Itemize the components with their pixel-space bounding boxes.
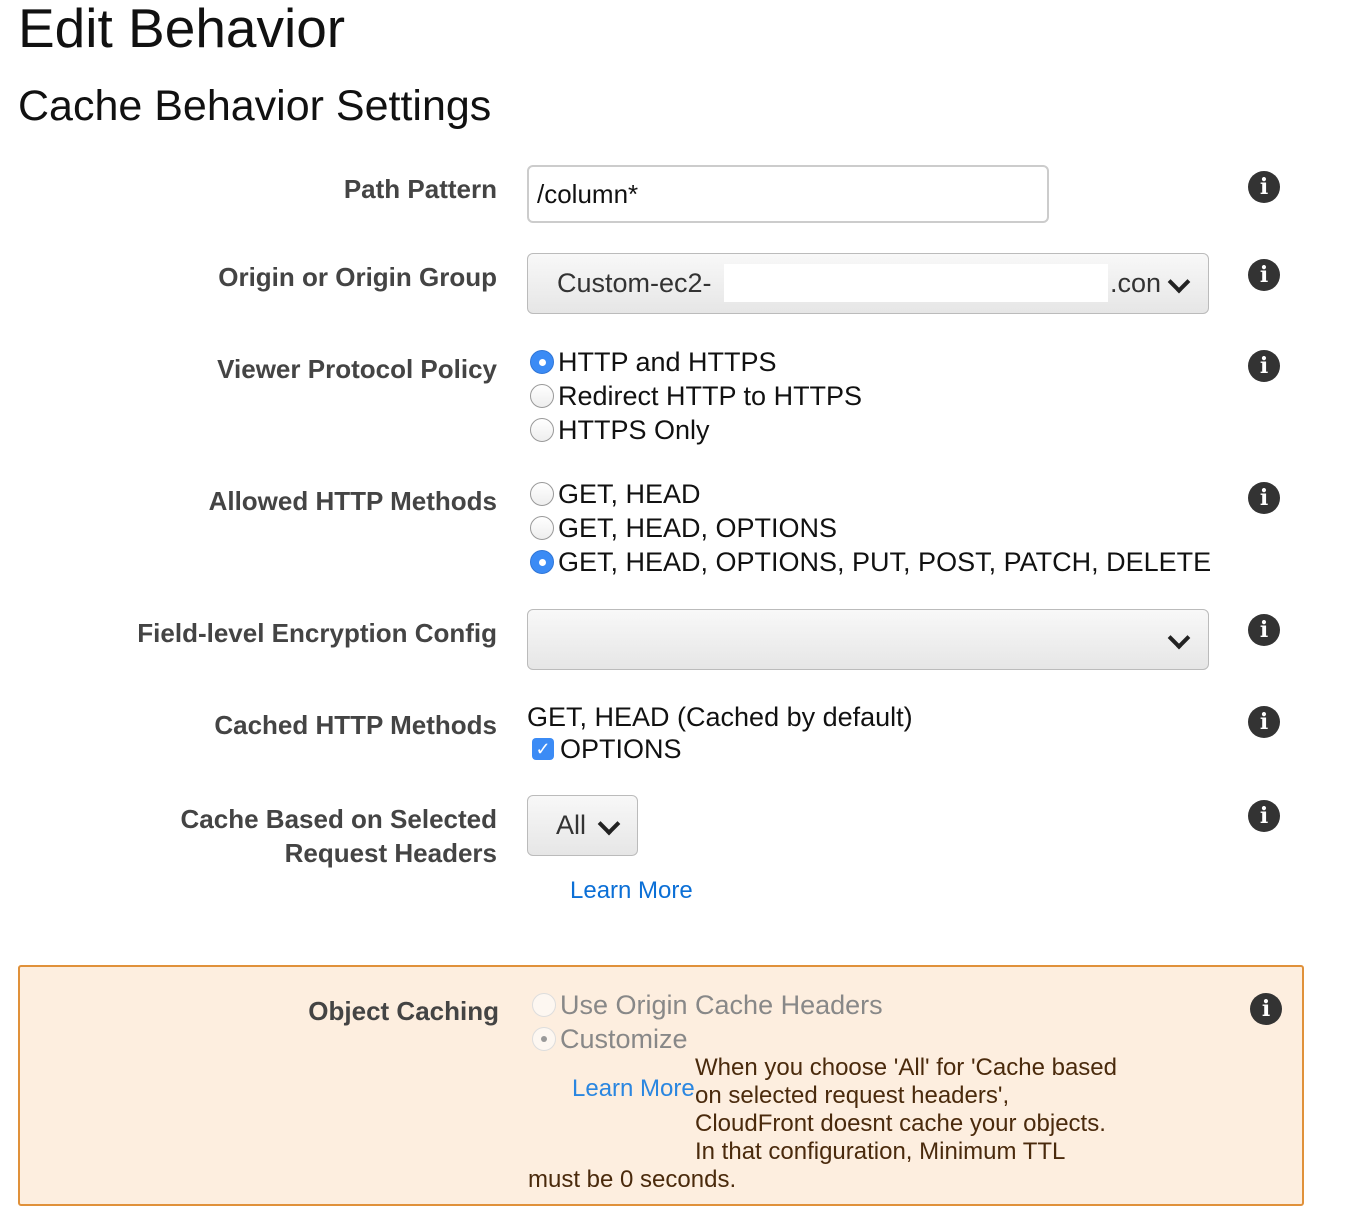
warning-line: In that configuration, Minimum TTL	[695, 1138, 1066, 1165]
fle-config-select[interactable]	[527, 609, 1209, 670]
cache-headers-label-2: Request Headers	[284, 838, 497, 868]
options-checkbox[interactable]: ✓ OPTIONS	[530, 732, 682, 766]
radio-https-only[interactable]: HTTPS Only	[530, 413, 710, 447]
info-icon[interactable]: i	[1248, 706, 1280, 738]
info-icon[interactable]: i	[1248, 800, 1280, 832]
option-label: Use Origin Cache Headers	[560, 990, 883, 1020]
warning-line: on selected request headers',	[695, 1082, 1010, 1109]
radio-icon	[530, 516, 554, 540]
cached-methods-default: GET, HEAD (Cached by default)	[527, 702, 913, 732]
chevron-down-icon	[1167, 626, 1191, 650]
path-pattern-label: Path Pattern	[343, 174, 497, 204]
radio-use-origin-cache-headers[interactable]: Use Origin Cache Headers	[532, 988, 883, 1022]
checkbox-label: OPTIONS	[560, 734, 682, 764]
learn-more-link[interactable]: Learn More	[572, 1075, 695, 1103]
origin-value-prefix: Custom-ec2-	[557, 268, 712, 298]
info-icon[interactable]: i	[1248, 171, 1280, 203]
radio-redirect-http-to-https[interactable]: Redirect HTTP to HTTPS	[530, 379, 862, 413]
option-label: GET, HEAD, OPTIONS, PUT, POST, PATCH, DE…	[558, 547, 1212, 577]
radio-icon	[532, 993, 556, 1017]
radio-selected-icon	[532, 1027, 556, 1051]
cache-headers-value: All	[556, 810, 587, 840]
origin-label: Origin or Origin Group	[218, 262, 497, 292]
option-label: HTTP and HTTPS	[558, 347, 777, 377]
info-icon[interactable]: i	[1248, 350, 1280, 382]
info-icon[interactable]: i	[1248, 614, 1280, 646]
info-icon[interactable]: i	[1248, 259, 1280, 291]
option-label: Customize	[560, 1024, 688, 1054]
cached-methods-label: Cached HTTP Methods	[214, 710, 497, 740]
radio-icon	[530, 384, 554, 408]
origin-value-suffix: .con	[1110, 268, 1162, 298]
radio-selected-icon	[530, 550, 554, 574]
path-pattern-input[interactable]: /column*	[527, 165, 1049, 223]
object-caching-label: Object Caching	[308, 996, 499, 1026]
option-label: HTTPS Only	[558, 415, 710, 445]
redacted-region	[724, 264, 1108, 302]
radio-all-methods[interactable]: GET, HEAD, OPTIONS, PUT, POST, PATCH, DE…	[530, 545, 1211, 579]
checkmark-icon: ✓	[532, 738, 554, 760]
warning-line: must be 0 seconds.	[528, 1166, 737, 1193]
warning-line: When you choose 'All' for 'Cache based	[695, 1054, 1117, 1081]
radio-http-and-https[interactable]: HTTP and HTTPS	[530, 345, 777, 379]
cache-headers-label-1: Cache Based on Selected	[180, 804, 497, 834]
radio-customize[interactable]: Customize	[532, 1022, 688, 1056]
radio-get-head[interactable]: GET, HEAD	[530, 477, 701, 511]
viewer-protocol-label: Viewer Protocol Policy	[217, 354, 497, 384]
warning-line: CloudFront doesnt cache your objects.	[695, 1110, 1106, 1137]
fle-config-label: Field-level Encryption Config	[137, 618, 497, 648]
radio-icon	[530, 482, 554, 506]
radio-get-head-options[interactable]: GET, HEAD, OPTIONS	[530, 511, 837, 545]
radio-selected-icon	[530, 350, 554, 374]
origin-select[interactable]: Custom-ec2- .con	[527, 253, 1209, 314]
option-label: GET, HEAD	[558, 479, 701, 509]
info-icon[interactable]: i	[1248, 482, 1280, 514]
learn-more-link[interactable]: Learn More	[570, 877, 693, 905]
allowed-methods-label: Allowed HTTP Methods	[208, 486, 497, 516]
option-label: Redirect HTTP to HTTPS	[558, 381, 863, 411]
cache-headers-select[interactable]: All	[527, 795, 638, 856]
chevron-down-icon	[597, 812, 621, 836]
option-label: GET, HEAD, OPTIONS	[558, 513, 838, 543]
chevron-down-icon	[1167, 270, 1191, 294]
page-title: Edit Behavior	[18, 0, 346, 59]
section-title: Cache Behavior Settings	[18, 82, 492, 130]
radio-icon	[530, 418, 554, 442]
info-icon[interactable]: i	[1250, 993, 1282, 1025]
